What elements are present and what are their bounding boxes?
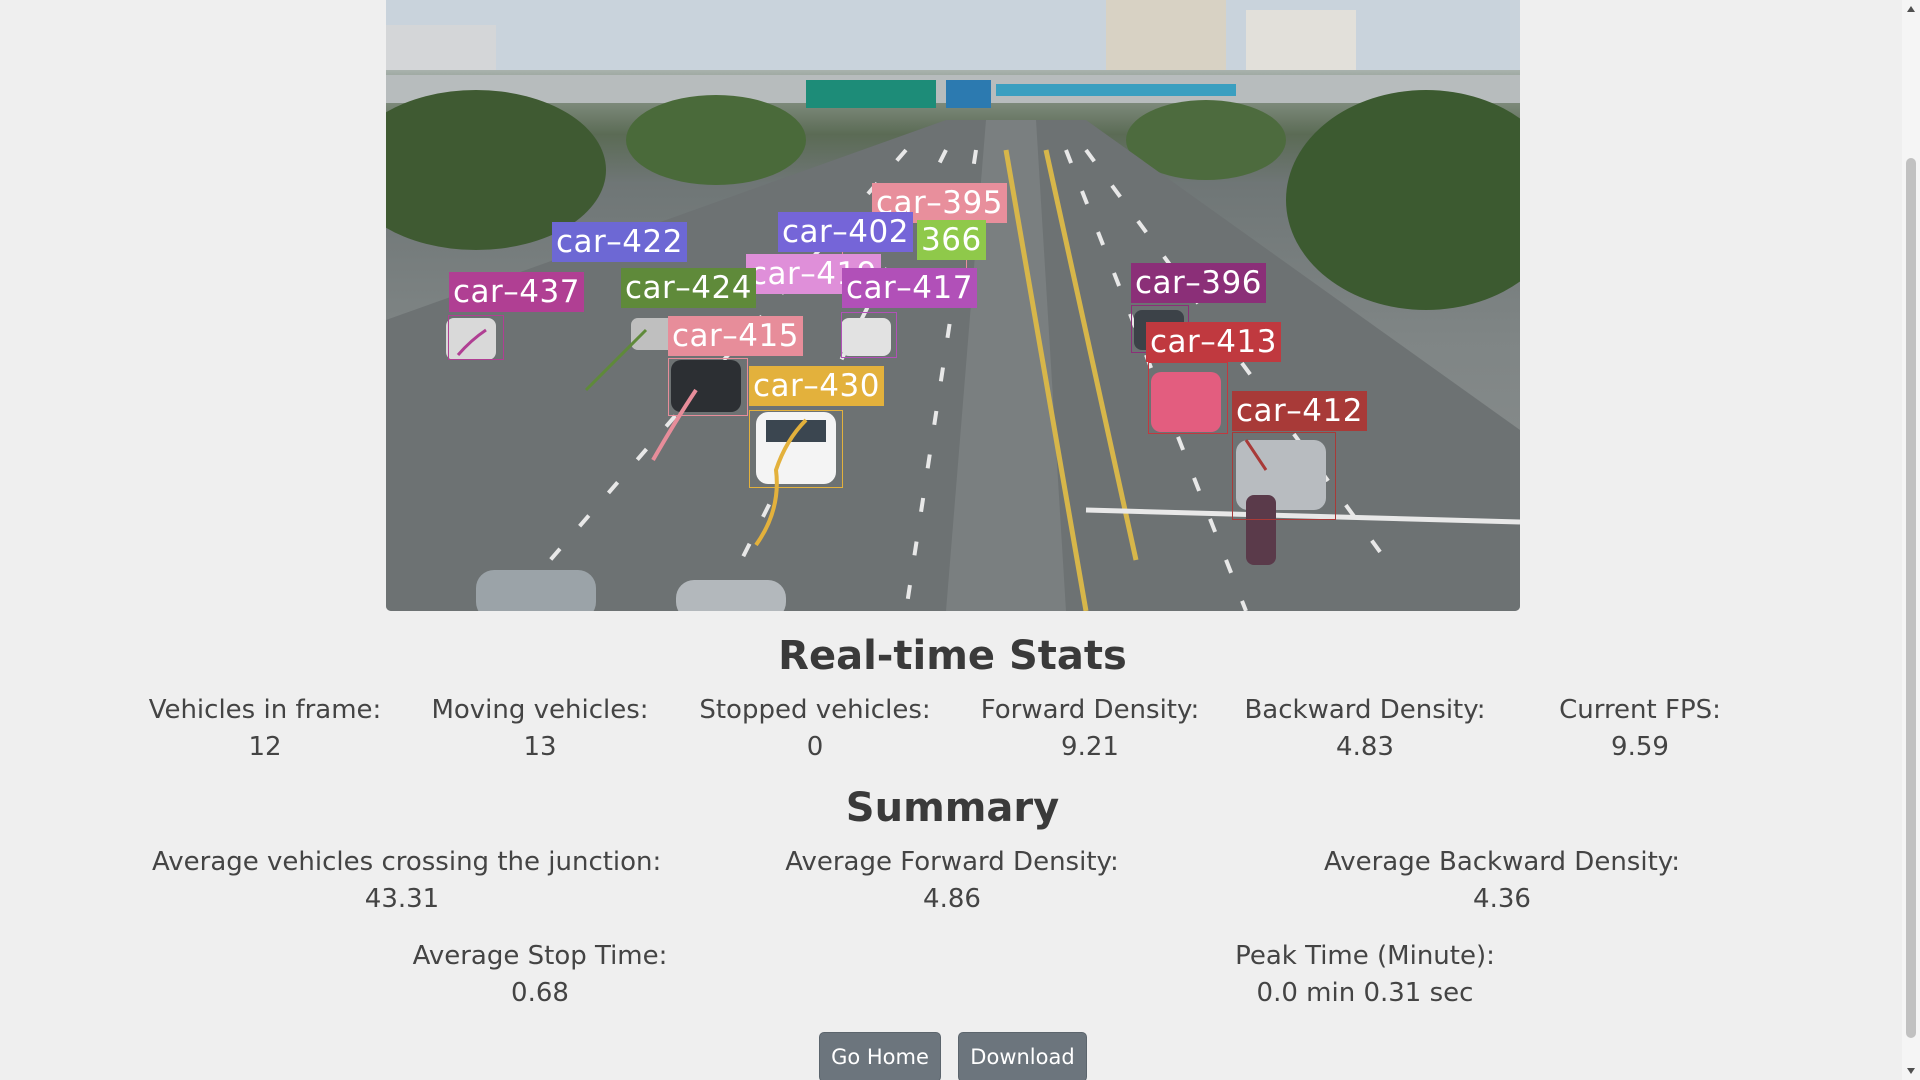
stat-moving-vehicles: Moving vehicles: 13 (390, 692, 690, 766)
scroll-up-arrow-icon[interactable] (1907, 6, 1915, 12)
stat-label: Moving vehicles: (431, 695, 649, 725)
stat-label: Vehicles in frame: (148, 695, 382, 725)
detection-label: car–430 (749, 366, 884, 406)
detection-label: car–413 (1146, 322, 1281, 362)
stat-forward-density: Forward Density: 9.21 (940, 692, 1240, 766)
detection-label: car–402 (778, 212, 913, 252)
detection-box (841, 312, 897, 358)
stat-value: 0 (806, 732, 824, 762)
detection-box (448, 315, 504, 360)
realtime-stats-title: Real-time Stats (778, 633, 1127, 679)
stat-value: 0.68 (511, 978, 569, 1008)
detection-box (1232, 432, 1336, 520)
stat-label: Average Backward Density: (1323, 847, 1681, 877)
scroll-down-arrow-icon[interactable] (1907, 1068, 1915, 1074)
stat-value: 4.83 (1336, 732, 1394, 762)
detection-label: car–422 (552, 222, 687, 262)
video-feed: car–395 car–402 366 car–422 car–419 car–… (386, 0, 1520, 611)
stat-backward-density: Backward Density: 4.83 (1215, 692, 1515, 766)
detection-label: car–417 (842, 268, 977, 308)
stat-label: Peak Time (Minute): (1235, 941, 1495, 971)
stat-label: Forward Density: (980, 695, 1200, 725)
detection-label: car–415 (668, 316, 803, 356)
summary-avg-forward-density: Average Forward Density: 4.86 (752, 844, 1152, 918)
stat-current-fps: Current FPS: 9.59 (1490, 692, 1790, 766)
detection-label: 366 (917, 220, 986, 260)
detection-label: car–396 (1131, 263, 1266, 303)
stat-value: 4.36 (1473, 884, 1531, 914)
detection-label: car–437 (449, 272, 584, 312)
detection-label: car–424 (621, 268, 756, 308)
download-button[interactable]: Download (958, 1032, 1087, 1080)
detection-label: car–412 (1232, 391, 1367, 431)
stat-value: 4.86 (923, 884, 981, 914)
stat-label: Backward Density: (1244, 695, 1486, 725)
stat-label: Average vehicles crossing the junction: (152, 847, 662, 877)
stat-label: Average Stop Time: (412, 941, 668, 971)
vertical-scrollbar[interactable] (1902, 0, 1920, 1080)
stat-value: 13 (523, 732, 557, 762)
summary-avg-vehicles-crossing: Average vehicles crossing the junction: … (152, 844, 662, 918)
summary-avg-stop-time: Average Stop Time: 0.68 (390, 938, 690, 1012)
page: car–395 car–402 366 car–422 car–419 car–… (0, 0, 1900, 1080)
stat-value: 9.59 (1611, 732, 1669, 762)
detection-box (749, 410, 843, 488)
summary-peak-time: Peak Time (Minute): 0.0 min 0.31 sec (1215, 938, 1515, 1012)
stat-label: Stopped vehicles: (699, 695, 931, 725)
stat-value: 0.0 min 0.31 sec (1256, 978, 1474, 1008)
stat-value: 12 (248, 732, 282, 762)
stat-vehicles-in-frame: Vehicles in frame: 12 (115, 692, 415, 766)
detection-box (1148, 362, 1228, 434)
stat-value: 43.31 (364, 884, 440, 914)
scrollbar-thumb[interactable] (1906, 158, 1916, 1038)
stat-stopped-vehicles: Stopped vehicles: 0 (665, 692, 965, 766)
go-home-button[interactable]: Go Home (819, 1032, 941, 1080)
summary-title: Summary (845, 785, 1060, 831)
summary-avg-backward-density: Average Backward Density: 4.36 (1302, 844, 1702, 918)
stat-value: 9.21 (1061, 732, 1119, 762)
detection-box (668, 358, 748, 416)
stat-label: Average Forward Density: (785, 847, 1119, 877)
stat-label: Current FPS: (1559, 695, 1721, 725)
